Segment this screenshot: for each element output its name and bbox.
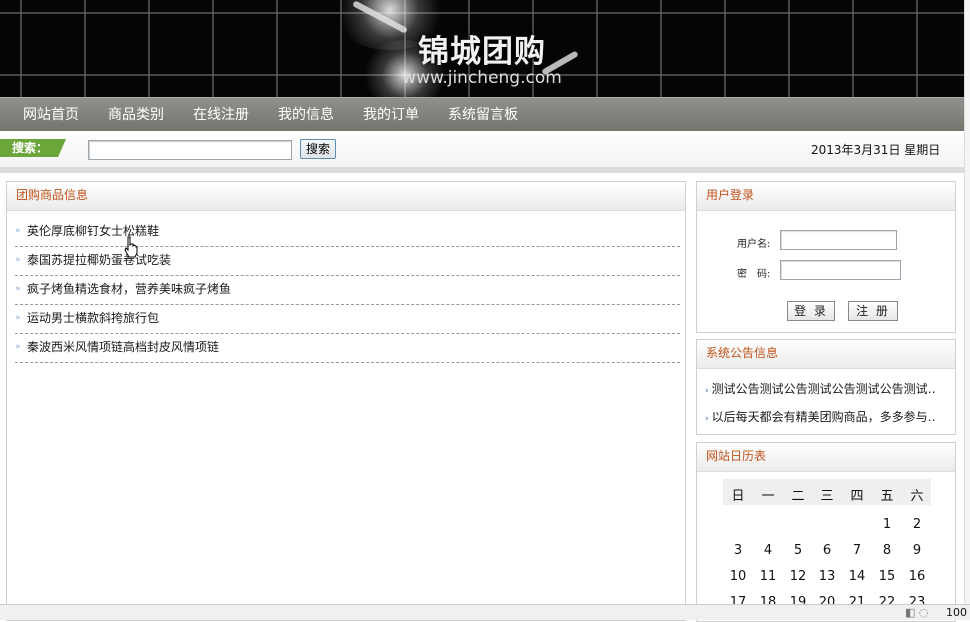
browser-status-bar: ◧ ◌ 100	[0, 604, 970, 620]
header-divider	[0, 167, 964, 173]
calendar-day[interactable]: 4	[753, 543, 783, 558]
nav-categories[interactable]: 商品类别	[108, 98, 164, 132]
product-list-title: 团购商品信息	[7, 182, 685, 211]
product-item-label: 秦波西米风情项链高档封皮风情项链	[27, 340, 220, 354]
calendar-day[interactable]: 16	[902, 569, 932, 584]
calendar-day[interactable]: 13	[812, 569, 842, 584]
notice-item-label: 以后每天都会有精美团购商品，多多参与…	[711, 410, 937, 424]
arrow-right-icon: ›	[705, 414, 709, 424]
calendar-day[interactable]: 12	[783, 569, 813, 584]
password-field[interactable]	[780, 260, 901, 280]
product-item-label: 疯子烤鱼精选食材，营养美味疯子烤鱼	[27, 282, 232, 296]
site-banner: 锦城团购 www.jincheng.com	[0, 0, 964, 97]
vertical-scrollbar[interactable]	[964, 0, 970, 604]
password-label: 密 码:	[737, 269, 771, 280]
product-item[interactable]: » 英伦厚底柳钉女士松糕鞋	[15, 218, 680, 247]
nav-my-info[interactable]: 我的信息	[278, 98, 334, 132]
nav-register[interactable]: 在线注册	[193, 98, 249, 132]
calendar-day[interactable]: 15	[872, 569, 902, 584]
login-title: 用户登录	[697, 182, 955, 211]
notice-item-label: 测试公告测试公告测试公告测试公告测试…	[711, 382, 937, 396]
login-button[interactable]: 登 录	[787, 301, 835, 321]
product-item[interactable]: » 秦波西米风情项链高档封皮风情项链	[15, 334, 680, 363]
product-item[interactable]: » 疯子烤鱼精选食材，营养美味疯子烤鱼	[15, 276, 680, 305]
calendar-day[interactable]: 8	[872, 543, 902, 558]
double-chevron-icon: »	[15, 255, 21, 265]
search-button[interactable]: 搜索	[300, 139, 336, 159]
calendar-day[interactable]: 10	[723, 569, 753, 584]
speaker-icon: ◧ ◌	[905, 606, 929, 619]
calendar-weekday: 日	[731, 489, 745, 504]
double-chevron-icon: »	[15, 226, 21, 236]
notice-panel: 系统公告信息 › 测试公告测试公告测试公告测试公告测试… › 以后每天都会有精美团购…	[696, 339, 956, 435]
nav-message-board[interactable]: 系统留言板	[448, 98, 518, 132]
calendar-day[interactable]: 11	[753, 569, 783, 584]
calendar-day[interactable]: 6	[812, 543, 842, 558]
product-item-label: 泰国苏提拉椰奶蛋卷试吃装	[27, 253, 172, 267]
notice-title: 系统公告信息	[697, 340, 955, 369]
calendar-weekday: 五	[880, 489, 894, 504]
search-input[interactable]	[88, 140, 292, 160]
calendar-weekday: 二	[791, 489, 805, 504]
zoom-level: 100	[946, 606, 967, 619]
product-item[interactable]: » 泰国苏提拉椰奶蛋卷试吃装	[15, 247, 680, 276]
username-label: 用户名:	[737, 239, 771, 250]
product-item[interactable]: » 运动男士横款斜挎旅行包	[15, 305, 680, 334]
calendar-day[interactable]: 2	[902, 517, 932, 532]
site-title: 锦城团购	[418, 34, 546, 70]
double-chevron-icon: »	[15, 313, 21, 323]
product-list: » 英伦厚底柳钉女士松糕鞋 » 泰国苏提拉椰奶蛋卷试吃装 » 疯子烤鱼精选食材，营养美…	[15, 218, 680, 363]
calendar-weekday: 四	[850, 489, 864, 504]
current-date: 2013年3月31日 星期日	[811, 143, 941, 157]
double-chevron-icon: »	[15, 284, 21, 294]
calendar-day[interactable]: 1	[872, 517, 902, 532]
nav-my-orders[interactable]: 我的订单	[363, 98, 419, 132]
calendar-day[interactable]: 7	[842, 543, 872, 558]
product-item-label: 运动男士横款斜挎旅行包	[27, 311, 160, 325]
arrow-right-icon: ›	[705, 386, 709, 396]
search-label: 搜索：	[0, 139, 66, 157]
product-item-label: 英伦厚底柳钉女士松糕鞋	[27, 224, 160, 238]
calendar-day[interactable]: 9	[902, 543, 932, 558]
search-bar: 搜索： 搜索 2013年3月31日 星期日	[0, 131, 964, 167]
site-url: www.jincheng.com	[402, 68, 562, 88]
calendar-weekday: 一	[761, 489, 775, 504]
hand-cursor-icon	[124, 236, 138, 258]
main-nav: 网站首页 商品类别 在线注册 我的信息 我的订单 系统留言板	[0, 97, 964, 132]
login-panel: 用户登录 用户名: 密 码: 登 录 注 册	[696, 181, 956, 333]
calendar-day[interactable]: 5	[783, 543, 813, 558]
nav-home[interactable]: 网站首页	[23, 98, 79, 132]
notice-item[interactable]: › 测试公告测试公告测试公告测试公告测试…	[705, 380, 937, 397]
double-chevron-icon: »	[15, 342, 21, 352]
username-field[interactable]	[780, 230, 897, 250]
calendar-weekday: 三	[820, 489, 834, 504]
calendar-panel: 网站日历表 日一二三四五六 1 2 3 4 5 6 7 8 9 10 11 12 13 14 15 16 17 18…	[696, 442, 956, 622]
calendar-day[interactable]: 14	[842, 569, 872, 584]
notice-item[interactable]: › 以后每天都会有精美团购商品，多多参与…	[705, 408, 937, 425]
calendar-weekday: 六	[910, 489, 924, 504]
product-list-panel: 团购商品信息 » 英伦厚底柳钉女士松糕鞋 » 泰国苏提拉椰奶蛋卷试吃装 » 疯子烤鱼精…	[6, 181, 686, 621]
calendar-title: 网站日历表	[697, 443, 955, 472]
calendar-day[interactable]: 3	[723, 543, 753, 558]
register-button[interactable]: 注 册	[848, 301, 898, 321]
